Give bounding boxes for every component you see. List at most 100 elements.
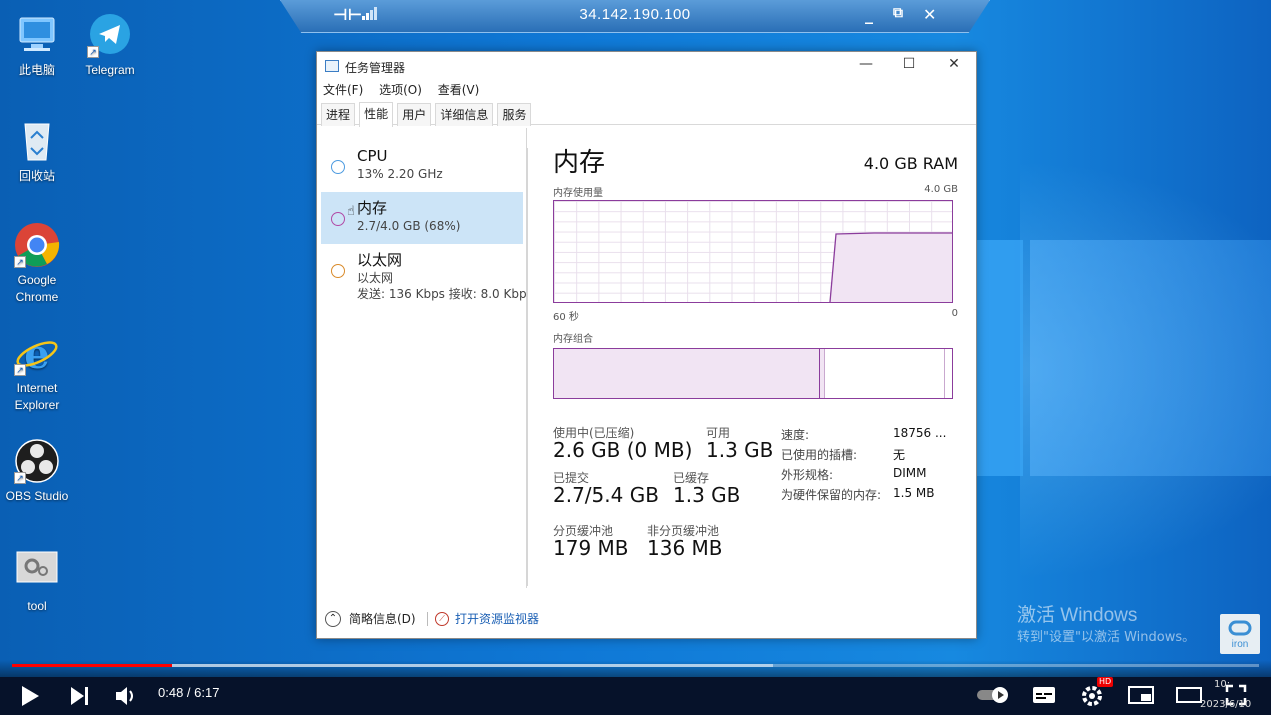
hardware-reserved-label: 为硬件保留的内存: [781, 488, 882, 502]
minimize-icon[interactable]: _ [865, 5, 873, 24]
close-button[interactable]: ✕ [940, 56, 968, 76]
memory-total: 4.0 GB RAM [863, 154, 958, 173]
memory-title: 内存 [553, 148, 606, 178]
nonpaged-pool-value: 136 MB [647, 536, 723, 560]
pane-divider [527, 148, 528, 586]
composition-in-use [554, 349, 820, 398]
memory-composition-bar [553, 348, 953, 399]
resource-throughput: 发送: 136 Kbps 接收: 8.0 Kbp [357, 287, 527, 301]
title-bar: 任务管理器 — ☐ ✕ [317, 52, 976, 80]
volume-icon[interactable] [112, 683, 138, 713]
desktop-icon-label: Google Chrome [15, 273, 59, 304]
theater-mode-icon[interactable] [1176, 685, 1202, 709]
desktop-icon-internet-explorer[interactable]: e ↗ Internet Explorer [0, 330, 74, 414]
paged-pool-value: 179 MB [553, 536, 629, 560]
wallpaper-logo-pane [975, 240, 1023, 476]
memory-usage-graph [553, 200, 953, 303]
system-clock: 10: [1214, 679, 1231, 690]
window-footer: ⌃ 简略信息(D) ⟋ 打开资源监视器 [317, 600, 976, 638]
tab-users[interactable]: 用户 [397, 103, 432, 126]
internet-explorer-icon: e ↗ [14, 330, 60, 378]
tab-performance[interactable]: 性能 [359, 102, 394, 127]
recycle-bin-icon [14, 118, 60, 164]
remote-host-address: 34.142.190.100 [579, 6, 691, 23]
desktop-icon-label: tool [27, 599, 47, 613]
form-factor-label: 外形规格: [781, 468, 834, 482]
tab-services[interactable]: 服务 [497, 103, 532, 126]
shortcut-arrow-icon: ↗ [87, 46, 99, 58]
desktop-icon-telegram[interactable]: ↗ Telegram [73, 12, 147, 79]
settings-file-icon [14, 548, 60, 594]
menu-file[interactable]: 文件(F) [323, 80, 363, 101]
resource-detail: 13% 2.20 GHz [357, 167, 443, 181]
resource-list: CPU 13% 2.20 GHz 内存 2.7/4.0 GB (68%) 以太网… [317, 128, 527, 588]
minimize-button[interactable]: — [852, 56, 880, 76]
cpu-indicator-icon [331, 160, 345, 174]
graph-axis-right: 0 [951, 308, 958, 319]
wallpaper-logo-pane-right [1030, 240, 1271, 476]
shortcut-arrow-icon: ↗ [14, 472, 26, 484]
fewer-details-label: 简略信息(D) [349, 612, 416, 626]
task-manager-icon [325, 60, 339, 72]
resource-item-cpu[interactable]: CPU 13% 2.20 GHz [317, 140, 526, 192]
open-resource-monitor-link[interactable]: ⟋ 打开资源监视器 [435, 610, 539, 627]
hd-badge: HD [1097, 677, 1114, 687]
usage-graph-max: 4.0 GB [924, 184, 958, 195]
desktop-icon-tool[interactable]: tool [0, 548, 74, 615]
resource-monitor-icon: ⟋ [435, 611, 449, 626]
telegram-icon: ↗ [87, 12, 133, 58]
computer-icon [14, 12, 60, 58]
footer-divider [427, 612, 428, 626]
desktop-icon-label: 此电脑 [18, 63, 55, 77]
desktop-icon-this-pc[interactable]: 此电脑 [0, 12, 74, 79]
memory-specs: 速度: 18756 ... 已使用的插槽: 无 外形规格: DIMM 为硬件保留… [781, 426, 961, 506]
resource-name: 以太网 [357, 251, 403, 269]
resource-detail: 2.7/4.0 GB (68%) [357, 219, 461, 233]
settings-gear-icon[interactable] [1080, 683, 1104, 711]
chevron-up-icon: ⌃ [325, 610, 341, 627]
menu-view[interactable]: 查看(V) [438, 80, 480, 101]
usage-graph-label: 内存使用量 [553, 188, 603, 199]
restore-icon[interactable]: ⧉ [893, 5, 903, 21]
form-factor-value: DIMM [893, 466, 927, 480]
desktop-icon-obs-studio[interactable]: ↗ OBS Studio [0, 438, 74, 505]
window-title: 任务管理器 [345, 61, 406, 75]
svg-text:e: e [24, 331, 49, 376]
ethernet-indicator-icon [331, 264, 345, 278]
time-display: 0:48 / 6:17 [158, 685, 220, 700]
resource-name: 内存 [357, 199, 388, 217]
video-progress-track[interactable] [12, 664, 1259, 667]
play-icon[interactable] [16, 683, 42, 713]
desktop-icon-label: 回收站 [18, 169, 55, 183]
resource-name: CPU [357, 147, 388, 165]
slots-label: 已使用的插槽: [781, 448, 858, 462]
mouse-cursor-icon: ☝ [347, 204, 355, 219]
tab-details[interactable]: 详细信息 [435, 103, 494, 126]
fewer-details-button[interactable]: ⌃ 简略信息(D) [325, 610, 416, 627]
desktop-icon-label: Internet Explorer [14, 381, 60, 412]
task-manager-window: 任务管理器 — ☐ ✕ 文件(F) 选项(O) 查看(V) 进程 性能 用户 详… [316, 51, 977, 639]
svg-text:iron: iron [1232, 639, 1249, 650]
next-icon[interactable] [66, 683, 92, 713]
activation-watermark-title: 激活 Windows [1017, 605, 1138, 626]
autoplay-toggle[interactable] [976, 685, 1010, 709]
memory-indicator-icon [331, 212, 345, 226]
miniplayer-icon[interactable] [1128, 685, 1154, 709]
composition-modified [820, 349, 825, 398]
desktop-icon-chrome[interactable]: ↗ Google Chrome [0, 222, 74, 306]
channel-logo: iron [1220, 614, 1260, 654]
tab-processes[interactable]: 进程 [321, 103, 356, 126]
tab-strip: 进程 性能 用户 详细信息 服务 [317, 101, 976, 127]
cached-value: 1.3 GB [673, 483, 741, 507]
subtitles-icon[interactable] [1032, 685, 1056, 709]
activation-watermark-subtitle: 转到"设置"以激活 Windows。 [1017, 630, 1196, 645]
menu-options[interactable]: 选项(O) [379, 80, 422, 101]
close-icon[interactable]: ✕ [923, 5, 936, 24]
system-date: 2023/6/10 [1200, 699, 1252, 710]
desktop-icon-recycle-bin[interactable]: 回收站 [0, 118, 74, 185]
resource-item-ethernet[interactable]: 以太网 以太网 发送: 136 Kbps 接收: 8.0 Kbp [317, 244, 527, 308]
slots-value: 无 [893, 448, 906, 462]
maximize-button[interactable]: ☐ [895, 56, 923, 76]
shortcut-arrow-icon: ↗ [14, 256, 26, 268]
speed-label: 速度: [781, 428, 810, 442]
